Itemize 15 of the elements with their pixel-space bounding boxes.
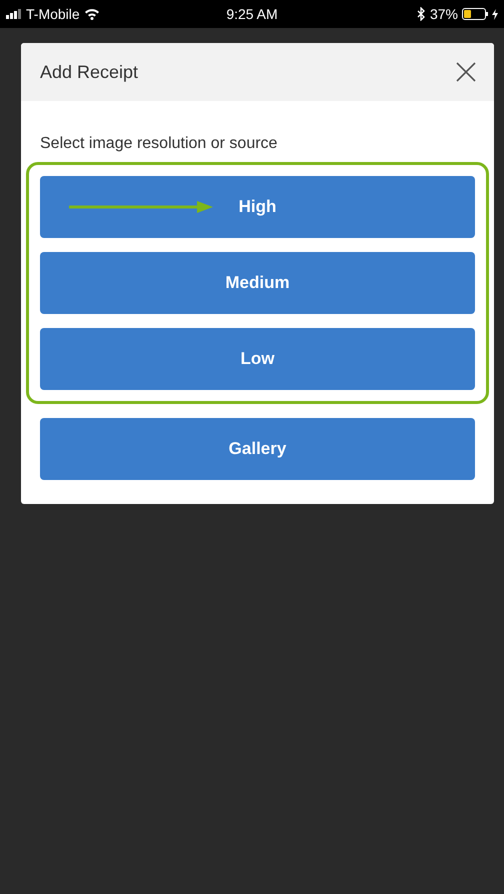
option-button[interactable]: Gallery: [40, 418, 475, 480]
option-button[interactable]: High: [40, 176, 475, 238]
option-button[interactable]: Medium: [40, 252, 475, 314]
wifi-icon: [84, 8, 100, 20]
dialog-title: Add Receipt: [40, 60, 138, 84]
close-icon: [456, 62, 476, 82]
battery-percent: 37%: [430, 4, 458, 24]
bluetooth-icon: [416, 7, 426, 21]
close-button[interactable]: [456, 62, 476, 82]
prompt-text: Select image resolution or source: [39, 134, 278, 154]
carrier-name: T-Mobile: [26, 4, 80, 24]
signal-icon: [6, 9, 22, 19]
arrow-icon: [69, 200, 213, 214]
clock-time: 9:25 AM: [226, 4, 278, 24]
option-button[interactable]: Low: [40, 328, 475, 390]
